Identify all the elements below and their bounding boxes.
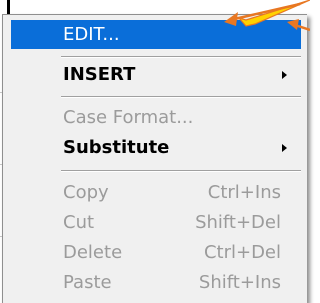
- shortcut-label: Shift+Ins: [198, 272, 281, 293]
- menu-item-label: INSERT: [63, 64, 136, 85]
- menu-item-paste[interactable]: Paste Shift+Ins: [11, 268, 301, 297]
- menu-item-cut[interactable]: Cut Shift+Del: [11, 208, 301, 237]
- menu-item-label: Case Format...: [63, 107, 194, 128]
- pointer-arrow-icon: [224, 0, 310, 32]
- chevron-right-icon: [282, 144, 287, 152]
- shortcut-label: Ctrl+Del: [203, 242, 281, 263]
- shortcut-label: Shift+Del: [195, 212, 281, 233]
- chevron-right-icon: [282, 71, 287, 79]
- menu-item-label: Delete: [63, 242, 123, 263]
- menu-item-case-format[interactable]: Case Format...: [11, 103, 301, 132]
- shortcut-label: Ctrl+Ins: [207, 182, 281, 203]
- menu-item-delete[interactable]: Delete Ctrl+Del: [11, 238, 301, 267]
- menu-item-label: Paste: [63, 272, 112, 293]
- menu-item-copy[interactable]: Copy Ctrl+Ins: [11, 178, 301, 207]
- menu-item-substitute[interactable]: Substitute: [11, 133, 301, 162]
- menu-item-insert[interactable]: INSERT: [11, 60, 301, 89]
- menu-item-label: Copy: [63, 182, 109, 203]
- menu-item-label: Cut: [63, 212, 95, 233]
- context-menu: EDIT... INSERT Case Format... Substitute…: [2, 14, 307, 303]
- menu-item-label: Substitute: [63, 137, 170, 158]
- menu-separator: [61, 170, 301, 172]
- menu-separator: [61, 96, 301, 98]
- menu-separator: [61, 56, 301, 58]
